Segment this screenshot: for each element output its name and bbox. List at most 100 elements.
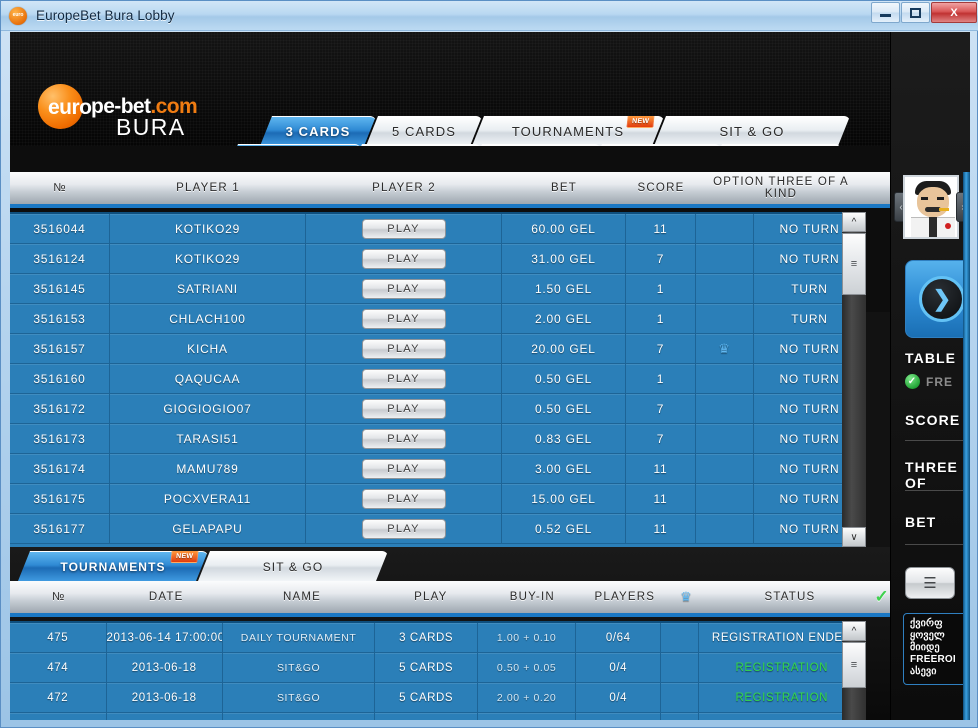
tab-tournaments[interactable]: TOURNAMENTS NEW (472, 116, 664, 146)
col-header-bet[interactable]: BET (502, 182, 626, 194)
cell-players: 0/4 (576, 682, 662, 713)
cell-status: REGISTRATION (699, 652, 866, 683)
cell-score: 7 (626, 333, 696, 364)
tcol-header-players[interactable]: PLAYERS (582, 591, 668, 603)
play-button[interactable]: PLAY (361, 278, 446, 299)
cell-date: 2013-06-18 (107, 712, 223, 720)
games-scrollbar[interactable]: ^ ≡ ∨ (842, 212, 866, 547)
new-badge-icon: NEW (626, 115, 655, 128)
tab-limit-10[interactable]: TILL 10 (470, 144, 600, 146)
table-row[interactable]: 474 2013-06-18 SIT&GO 5 CARDS 0.50 + 0.05 0/4… (10, 652, 866, 683)
sidebar-score-label: SCORE (905, 412, 961, 428)
play-button[interactable]: PLAY (361, 308, 446, 329)
tcol-header-date[interactable]: DATE (108, 591, 225, 603)
promo-banner-line: FREEROI (910, 654, 956, 665)
cell-buyin: 2.00 + 0.20 (478, 682, 577, 713)
promo-banner-line: ქვირფ (910, 618, 943, 629)
play-button[interactable]: PLAY (361, 428, 446, 449)
cell-no: 475 (10, 623, 107, 653)
cell-play: 5 CARDS (375, 682, 478, 713)
col-header-player1[interactable]: PLAYER 1 (110, 182, 306, 194)
avatar-face (917, 187, 949, 217)
table-row[interactable]: 3516174 MAMU789 PLAY 3.00 GEL 11 NO TURN (10, 453, 866, 484)
table-row[interactable]: 3516177 GELAPAPU PLAY 0.52 GEL 11 NO TURN (10, 513, 866, 544)
cell-player1: POCXVERA11 (110, 483, 306, 514)
avatar[interactable] (903, 175, 959, 239)
close-button[interactable]: X (931, 2, 977, 23)
start-game-button[interactable]: ❯ (905, 260, 970, 338)
tab-sit-and-go[interactable]: SIT & GO (654, 116, 850, 146)
table-row[interactable]: 3516153 CHLACH100 PLAY 2.00 GEL 1 TURN (10, 303, 866, 334)
tab-5-cards-label: 5 CARDS (391, 124, 457, 139)
table-row[interactable]: 3516175 POCXVERA11 PLAY 15.00 GEL 11 NO TURN (10, 483, 866, 514)
col-header-score[interactable]: SCORE (626, 182, 696, 194)
cell-bet: 20.00 GEL (502, 333, 626, 364)
tcol-header-no[interactable]: № (10, 591, 108, 603)
cell-play: 5 CARDS (375, 652, 478, 683)
play-button[interactable]: PLAY (361, 518, 446, 539)
tab-bottom-tournaments[interactable]: TOURNAMENTS NEW (18, 551, 208, 581)
play-button[interactable]: PLAY (361, 488, 446, 509)
tournaments-scrollbar[interactable]: ^ ≡ (842, 621, 866, 720)
cell-player2: PLAY (306, 303, 502, 334)
games-scroll-thumb[interactable]: ≡ (842, 233, 866, 295)
table-row[interactable]: 3516172 GIOGIOGIO07 PLAY 0.50 GEL 7 NO TURN (10, 393, 866, 424)
table-row[interactable]: 4682013-06-18SIT&GO5 CARDS1.00 + 0.101/4… (10, 712, 866, 720)
tcol-header-play[interactable]: PLAY (379, 591, 482, 603)
play-button[interactable]: PLAY (361, 458, 446, 479)
tab-limit-1000[interactable]: TILL 1000 (710, 144, 840, 146)
play-button[interactable]: PLAY (361, 398, 446, 419)
table-row[interactable]: 475 2013-06-14 17:00:00 DAILY TOURNAMENT 3 … (10, 623, 866, 653)
cell-bet: 2.00 GEL (502, 303, 626, 334)
tab-3-cards[interactable]: 3 CARDS (260, 116, 376, 146)
table-row[interactable]: 3516160 QAQUCAA PLAY 0.50 GEL 1 NO TURN (10, 363, 866, 394)
tcol-header-status[interactable]: STATUS (705, 591, 874, 603)
table-row[interactable]: 3516145 SATRIANI PLAY 1.50 GEL 1 TURN (10, 273, 866, 304)
cell-name: SIT&GO (223, 682, 376, 713)
tourn-scroll-up-icon[interactable]: ^ (842, 621, 866, 641)
cell-no: 474 (10, 652, 107, 683)
game-list-button[interactable]: ☰ (905, 567, 955, 599)
tab-bottom-sit-and-go[interactable]: SIT & GO (198, 551, 388, 581)
cell-option (696, 423, 754, 454)
check-circle-icon: ✓ (905, 374, 920, 389)
table-row[interactable]: 472 2013-06-18 SIT&GO 5 CARDS 2.00 + 0.20 0/4… (10, 682, 866, 713)
cell-no: 3516153 (10, 303, 110, 334)
cell-bet: 0.83 GEL (502, 423, 626, 454)
tab-limit-100[interactable]: TILL 100 (590, 144, 720, 146)
table-row[interactable]: 3516044 KOTIKO29 PLAY 60.00 GEL 11 NO TURN (10, 214, 866, 244)
scroll-up-icon[interactable]: ^ (842, 212, 866, 232)
cell-no: 3516145 (10, 273, 110, 304)
window-title: EuropeBet Bura Lobby (36, 8, 175, 23)
table-row[interactable]: 3516124 KOTIKO29 PLAY 31.00 GEL 7 NO TURN (10, 243, 866, 274)
tcol-header-name[interactable]: NAME (225, 591, 379, 603)
col-header-no[interactable]: № (10, 182, 110, 194)
tcol-header-buyin[interactable]: BUY-IN (483, 591, 582, 603)
cell-score: 11 (626, 483, 696, 514)
tab-limit-0[interactable]: TILL 0 (350, 144, 480, 146)
minimize-button[interactable] (871, 2, 900, 23)
scroll-down-icon[interactable]: ∨ (842, 527, 866, 547)
cell-option (696, 303, 754, 334)
cell-name: DAILY TOURNAMENT (223, 623, 376, 653)
maximize-button[interactable] (901, 2, 930, 23)
cell-players: 0/64 (576, 623, 662, 653)
tourn-scroll-thumb[interactable]: ≡ (842, 642, 866, 688)
europebet-logo-icon: euro (9, 6, 27, 25)
play-button[interactable]: PLAY (361, 248, 446, 269)
avatar-eye-left (921, 197, 928, 200)
play-button[interactable]: PLAY (361, 218, 446, 239)
tournaments-tabs: TOURNAMENTS NEW SIT & GO (18, 551, 378, 581)
promo-banner[interactable]: ქვირფ ყოველ მიიდე FREEROI ასევი (903, 613, 970, 685)
tab-5-cards[interactable]: 5 CARDS (366, 116, 482, 146)
table-row[interactable]: 3516173 TARASI51 PLAY 0.83 GEL 7 NO TURN (10, 423, 866, 454)
play-button[interactable]: PLAY (361, 338, 446, 359)
sidebar-free-label: FRE (926, 374, 953, 389)
col-header-player2[interactable]: PLAYER 2 (306, 182, 502, 194)
sidebar-free-row: ✓ FRE (905, 374, 953, 389)
col-header-option-three-of-a-kind[interactable]: OPTION THREE OF A KIND (696, 176, 866, 200)
table-row[interactable]: 3516157 KICHA PLAY 20.00 GEL 7 ♛ NO TURN (10, 333, 866, 364)
cell-player1: MAMU789 (110, 453, 306, 484)
play-button[interactable]: PLAY (361, 368, 446, 389)
tab-limit-all[interactable]: ALL (226, 144, 360, 146)
